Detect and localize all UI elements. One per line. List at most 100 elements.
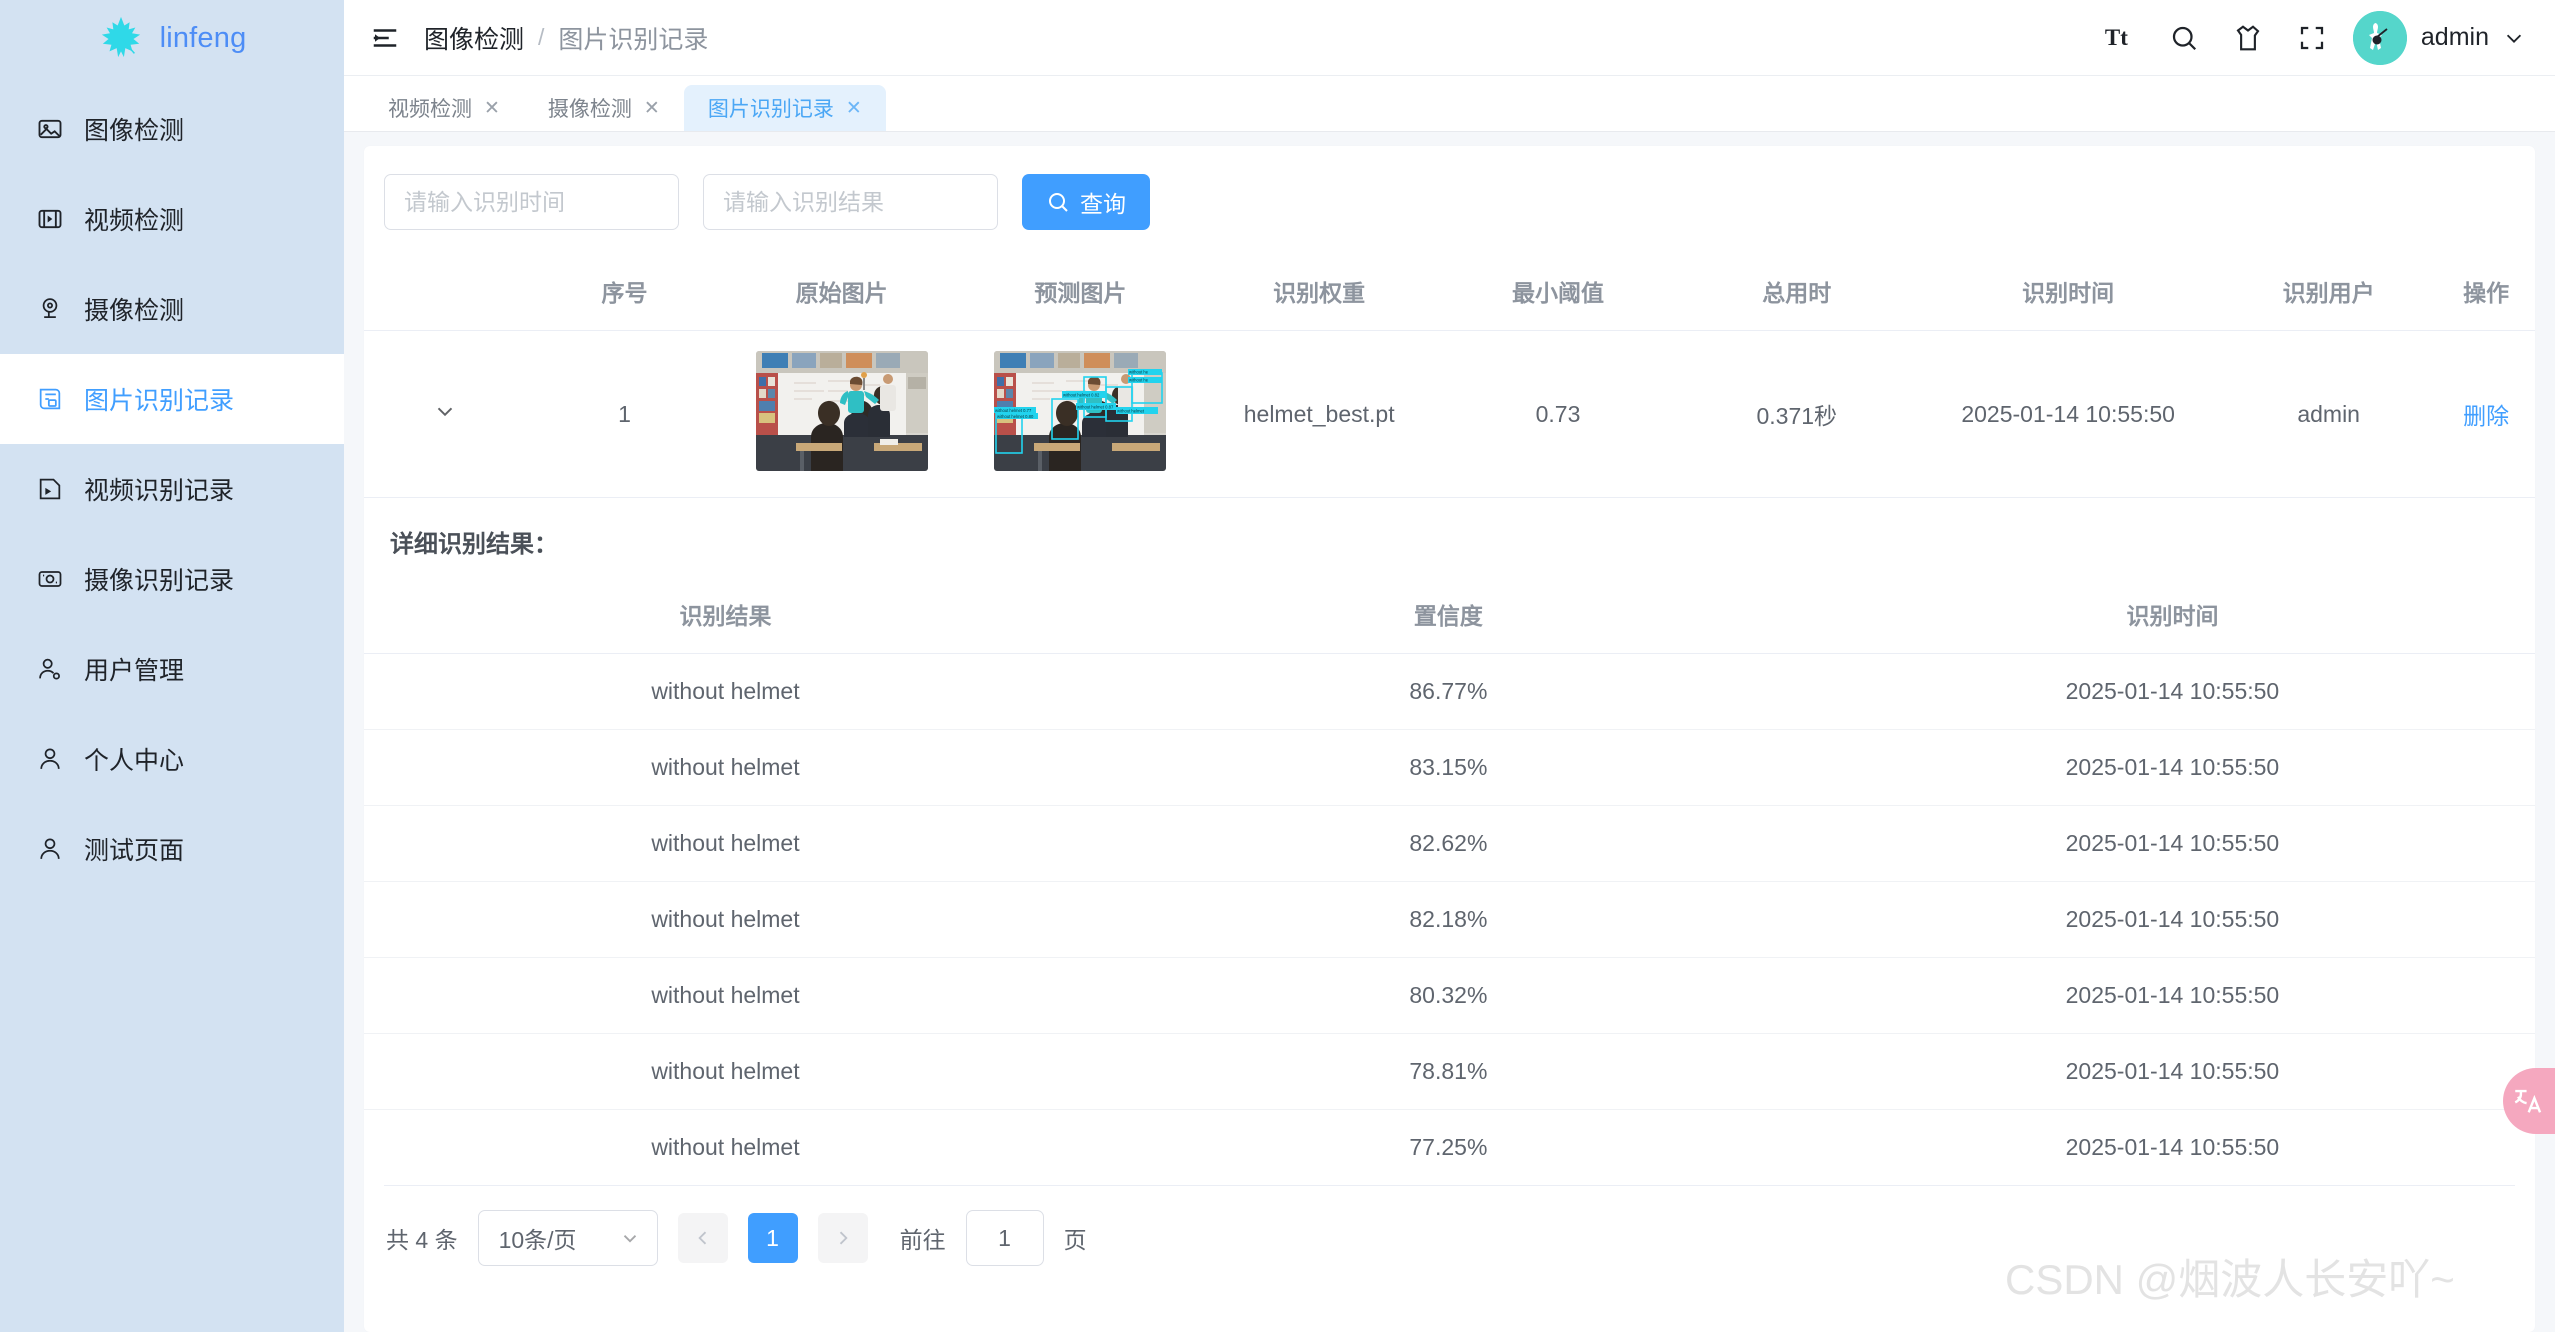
- sidebar-item-image-records[interactable]: 图片识别记录: [0, 354, 344, 444]
- records-card: 查询 序号 原始图片 预测图片: [364, 146, 2535, 1332]
- sidebar-item-video-detection[interactable]: 视频检测: [0, 174, 344, 264]
- sidebar-item-profile[interactable]: 个人中心: [0, 714, 344, 804]
- prev-page-button[interactable]: [677, 1213, 728, 1263]
- main-area: 图像检测 / 图片识别记录 Tt admin 视频检测 ✕ 摄像检测 ✕ 图片识…: [344, 0, 2555, 1332]
- fullscreen-icon[interactable]: [2297, 23, 2327, 53]
- jump-page-input[interactable]: [965, 1210, 1044, 1266]
- column-header-original: 原始图片: [722, 252, 961, 331]
- search-icon[interactable]: [2169, 23, 2199, 53]
- detail-row: without helmet 86.77% 2025-01-14 10:55:5…: [364, 653, 2535, 730]
- theme-shirt-icon[interactable]: [2233, 23, 2263, 53]
- chevron-down-icon[interactable]: [432, 398, 458, 424]
- cell-weight: helmet_best.pt: [1199, 330, 1439, 498]
- search-button-label: 查询: [1080, 191, 1126, 217]
- app-root: linfeng 图像检测 视频检测 摄像检测 图片识别记录 视频识别记录 摄像识…: [0, 0, 2555, 1332]
- cell-index: 1: [526, 330, 723, 498]
- image-record-icon: [36, 385, 64, 413]
- sidebar-item-image-detection[interactable]: 图像检测: [0, 84, 344, 174]
- expand-cell: [364, 330, 527, 498]
- tab-label: 视频检测: [388, 98, 472, 121]
- video-icon: [36, 205, 64, 233]
- close-icon[interactable]: ✕: [846, 99, 862, 118]
- hamburger-collapse-icon[interactable]: [370, 23, 400, 53]
- detail-cell-result: without helmet: [364, 957, 1087, 1034]
- chevron-down-icon[interactable]: [2503, 27, 2525, 49]
- detail-header-row: 识别结果 置信度 识别时间: [364, 581, 2535, 654]
- brand-name: linfeng: [159, 21, 247, 54]
- svg-text:without helmet 0.82: without helmet 0.82: [1063, 393, 1100, 398]
- jump-label: 前往: [899, 1227, 946, 1253]
- sidebar-item-label: 摄像检测: [84, 297, 185, 325]
- detail-title: 详细识别结果：: [390, 531, 558, 558]
- cell-user: admin: [2220, 330, 2438, 498]
- tab-video-detection[interactable]: 视频检测 ✕: [364, 85, 524, 131]
- camera-record-icon: [36, 565, 64, 593]
- svg-text:without he: without he: [1129, 370, 1149, 375]
- chevron-left-icon: [693, 1228, 713, 1248]
- detail-cell-confidence: 78.81%: [1086, 1033, 1810, 1110]
- video-record-icon: [36, 475, 64, 503]
- recognition-time-input[interactable]: [384, 174, 679, 230]
- detail-column-header-time: 识别时间: [2126, 603, 2219, 629]
- detail-cell-result: without helmet: [364, 653, 1087, 730]
- sidebar-item-label: 测试页面: [84, 837, 185, 865]
- tab-camera-detection[interactable]: 摄像检测 ✕: [524, 85, 684, 131]
- detail-cell-confidence: 80.32%: [1086, 957, 1810, 1034]
- topbar: 图像检测 / 图片识别记录 Tt admin: [344, 0, 2555, 76]
- column-header-predicted: 预测图片: [960, 252, 1200, 331]
- sidebar-item-camera-detection[interactable]: 摄像检测: [0, 264, 344, 354]
- content-area: 查询 序号 原始图片 预测图片: [344, 132, 2555, 1332]
- tab-label: 图片识别记录: [707, 98, 834, 121]
- sidebar-item-label: 用户管理: [84, 657, 185, 685]
- chevron-down-icon: [619, 1227, 641, 1249]
- search-button[interactable]: 查询: [1022, 174, 1150, 230]
- font-size-glyph: Tt: [2104, 24, 2128, 50]
- classroom-predicted-thumbnail[interactable]: without helmet 0.82 without helmet 0.87 …: [994, 351, 1167, 471]
- column-header-weight: 识别权重: [1199, 252, 1439, 331]
- recognition-result-input[interactable]: [703, 174, 998, 230]
- sidebar-item-camera-records[interactable]: 摄像识别记录: [0, 534, 344, 624]
- sidebar-item-label: 视频识别记录: [84, 477, 235, 505]
- sidebar-item-user-management[interactable]: 用户管理: [0, 624, 344, 714]
- close-icon[interactable]: ✕: [484, 99, 500, 118]
- filter-bar: 查询: [364, 146, 2535, 252]
- avatar[interactable]: [2352, 10, 2407, 65]
- cell-predicted-image: without helmet 0.82 without helmet 0.87 …: [960, 330, 1200, 498]
- close-icon[interactable]: ✕: [644, 99, 660, 118]
- classroom-original-thumbnail[interactable]: [755, 351, 928, 471]
- breadcrumb: 图像检测 / 图片识别记录: [424, 20, 708, 56]
- page-number-1[interactable]: 1: [747, 1213, 798, 1263]
- font-size-icon[interactable]: Tt: [2105, 23, 2135, 53]
- next-page-button[interactable]: [817, 1213, 868, 1263]
- sidebar-item-label: 摄像识别记录: [84, 567, 235, 595]
- pagination-total: 共 4 条: [386, 1227, 458, 1253]
- detail-cell-time: 2025-01-14 10:55:50: [1809, 881, 2535, 958]
- detail-row: without helmet 77.25% 2025-01-14 10:55:5…: [364, 1109, 2535, 1185]
- detail-cell-time: 2025-01-14 10:55:50: [1809, 1109, 2535, 1185]
- table-row[interactable]: 1 without helmet 0.82 without helmet 0.8…: [364, 330, 2535, 498]
- user-menu[interactable]: admin: [2352, 10, 2525, 65]
- breadcrumb-parent[interactable]: 图像检测: [424, 20, 524, 56]
- translate-icon: [2511, 1084, 2545, 1118]
- column-header-user: 识别用户: [2220, 252, 2438, 331]
- detail-cell-result: without helmet: [364, 881, 1087, 958]
- table-header-row: 序号 原始图片 预测图片 识别权重 最小阈值 总用时 识别时间 识别用户 操作: [364, 252, 2535, 331]
- sidebar-item-test-page[interactable]: 测试页面: [0, 804, 344, 894]
- sidebar-item-label: 视频检测: [84, 207, 185, 235]
- maple-leaf-icon: [98, 15, 144, 61]
- sidebar-item-label: 个人中心: [84, 747, 185, 775]
- detail-row: without helmet 80.32% 2025-01-14 10:55:5…: [364, 957, 2535, 1034]
- sidebar-item-video-records[interactable]: 视频识别记录: [0, 444, 344, 534]
- column-header-action: 操作: [2437, 252, 2535, 331]
- sidebar-item-label: 图像检测: [84, 117, 185, 145]
- detail-cell-confidence: 86.77%: [1086, 653, 1810, 730]
- detail-cell-confidence: 82.62%: [1086, 805, 1810, 882]
- cell-original-image: [722, 330, 961, 498]
- cell-duration: 0.371秒: [1677, 330, 1917, 498]
- tab-image-records[interactable]: 图片识别记录 ✕: [683, 85, 886, 131]
- page-size-select[interactable]: 10条/页: [477, 1210, 658, 1266]
- breadcrumb-separator: /: [538, 24, 545, 50]
- brand-logo[interactable]: linfeng: [0, 0, 344, 76]
- delete-button[interactable]: 删除: [2463, 403, 2509, 429]
- image-icon: [36, 115, 64, 143]
